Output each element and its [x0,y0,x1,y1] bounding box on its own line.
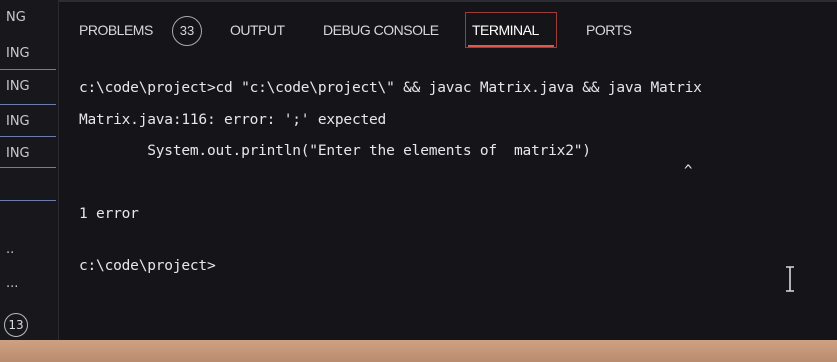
tab-problems[interactable]: PROBLEMS [79,22,153,38]
sidebar-divider [0,200,56,201]
problems-count-badge: 33 [172,16,202,46]
tab-output[interactable]: OUTPUT [230,22,285,38]
sidebar-item-truncated-3[interactable]: ING [0,77,62,97]
sidebar-item-truncated-4[interactable]: ING [0,112,62,132]
bottom-frame-bar [0,340,837,362]
sidebar-divider [0,136,56,137]
sidebar-ellipsis-2: ... [6,276,19,291]
bottom-panel: PROBLEMS 33 OUTPUT DEBUG CONSOLE TERMINA… [59,0,837,340]
terminal-line-source: System.out.println("Enter the elements o… [79,143,591,159]
sidebar-item-truncated-5[interactable]: ING [0,144,62,164]
active-tab-underline [468,45,554,47]
tab-debug-console[interactable]: DEBUG CONSOLE [323,22,439,38]
sidebar-divider [0,104,56,105]
tab-terminal[interactable]: TERMINAL [472,22,539,38]
text-cursor-icon [786,266,794,292]
panel-tab-bar: PROBLEMS 33 OUTPUT DEBUG CONSOLE TERMINA… [59,0,837,58]
left-sidebar-strip: NG ING ING ING ING .. ... 13 [0,0,59,340]
sidebar-divider [0,167,56,168]
error-caret: ^ [684,163,693,179]
sidebar-divider [0,69,56,70]
terminal-line-error-count: 1 error [79,206,139,222]
terminal-line-error: Matrix.java:116: error: ';' expected [79,112,387,128]
sidebar-ellipsis-1: .. [6,242,15,257]
terminal-line-command: c:\code\project>cd "c:\code\project\" &&… [79,80,702,96]
tab-ports[interactable]: PORTS [586,22,632,38]
terminal-line-prompt[interactable]: c:\code\project> [79,258,216,274]
sidebar-item-truncated-2[interactable]: ING [0,44,62,64]
sidebar-item-truncated-1[interactable]: NG [0,8,62,28]
sidebar-count-badge[interactable]: 13 [4,313,28,337]
